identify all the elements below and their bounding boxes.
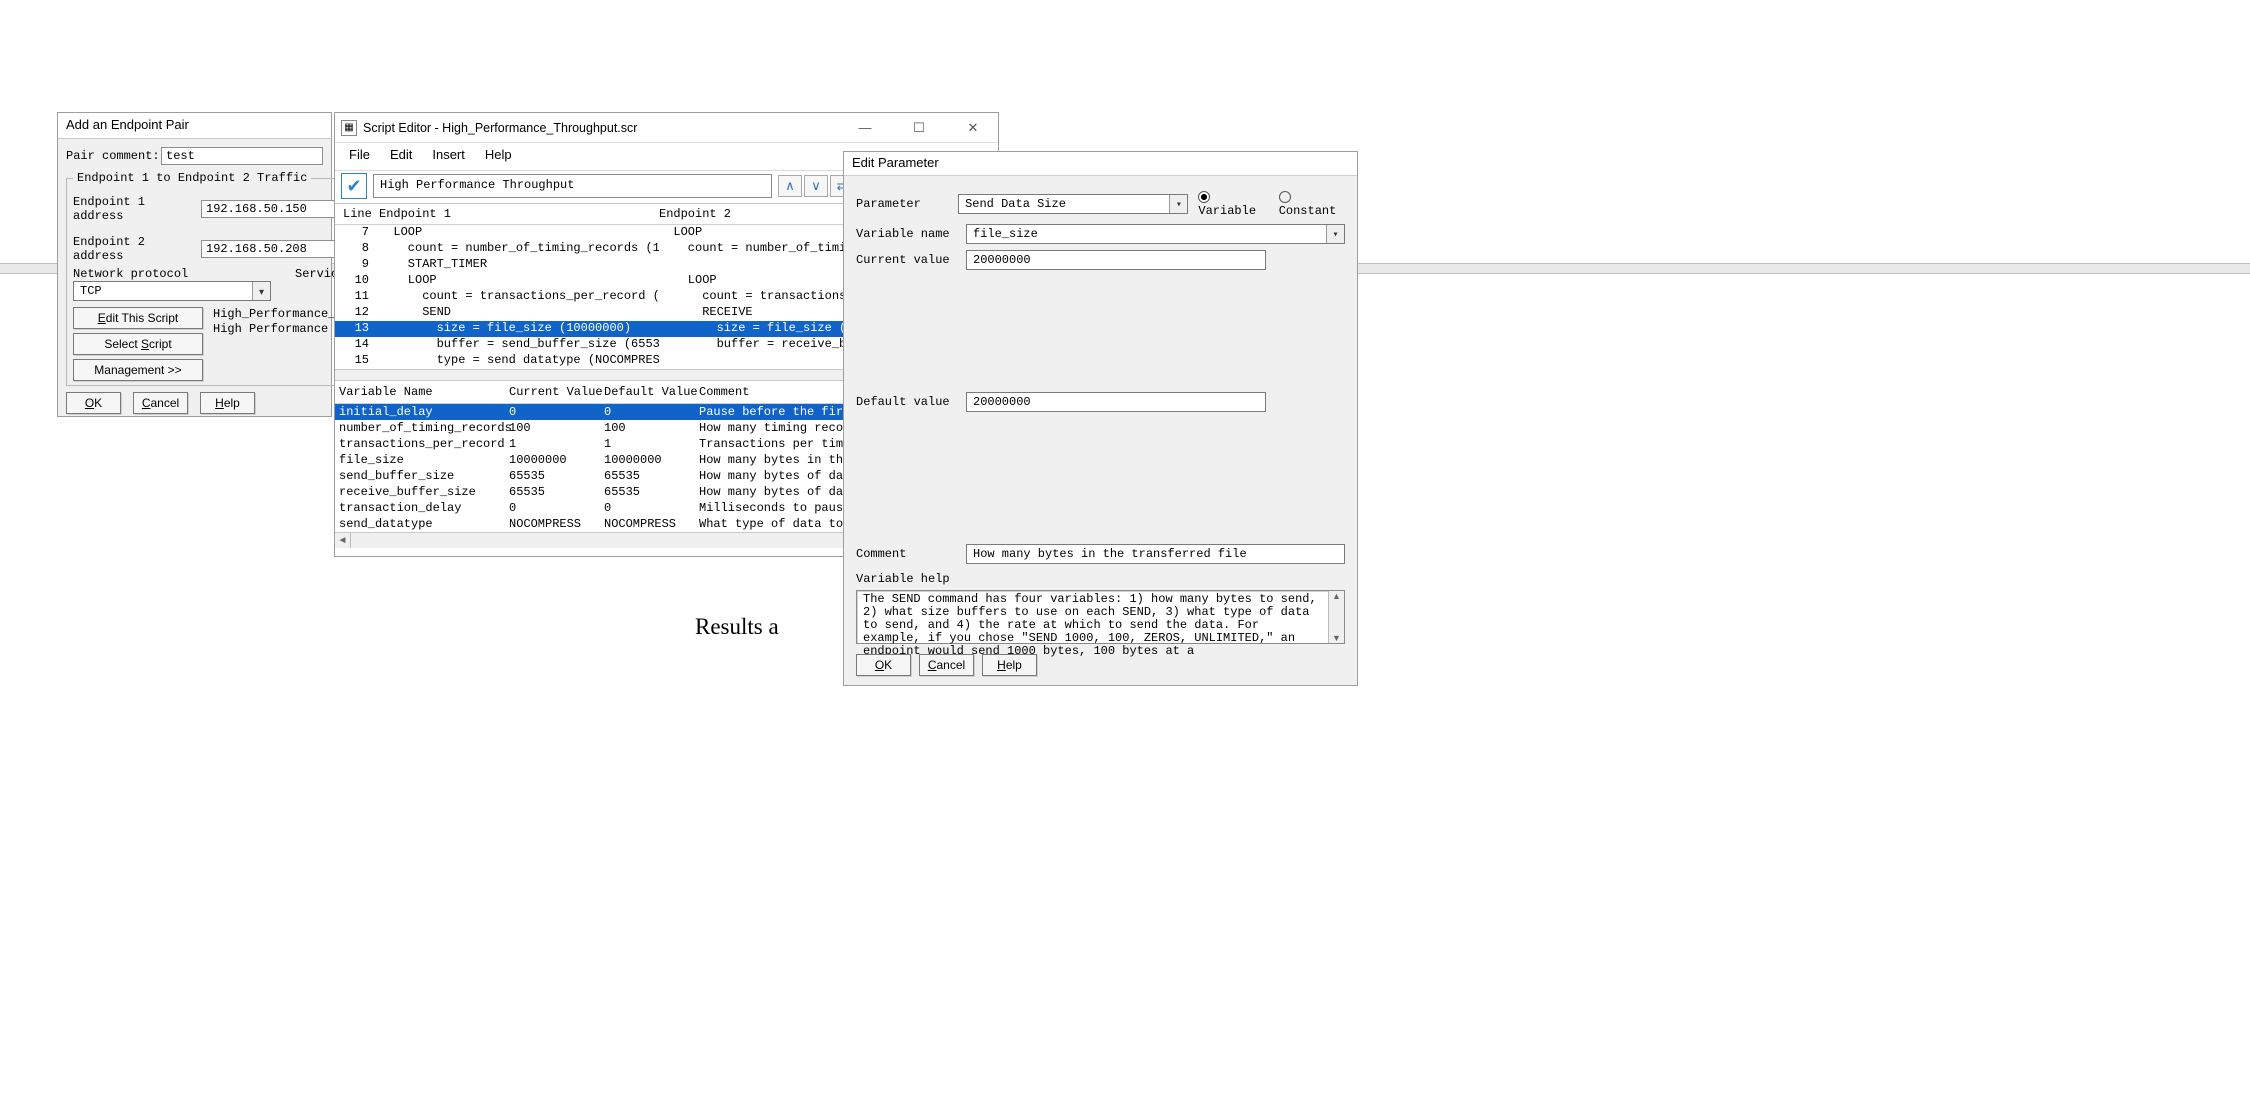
close-button[interactable]: ✕ xyxy=(954,120,992,136)
menu-help[interactable]: Help xyxy=(477,145,520,164)
comment-input[interactable] xyxy=(966,544,1345,564)
maximize-button[interactable]: ☐ xyxy=(900,120,938,136)
pair-comment-input[interactable] xyxy=(161,147,323,165)
edit-parameter-title: Edit Parameter xyxy=(844,152,1357,176)
network-protocol-select[interactable]: TCP xyxy=(73,281,271,301)
parameter-select[interactable]: Send Data Size xyxy=(958,194,1188,214)
default-value-input[interactable] xyxy=(966,392,1266,412)
current-value-label: Current value xyxy=(856,253,956,267)
traffic-fieldset: Endpoint 1 to Endpoint 2 Traffic Endpoin… xyxy=(66,171,371,386)
menu-edit[interactable]: Edit xyxy=(382,145,420,164)
chevron-down-icon xyxy=(252,282,270,300)
script-name-input[interactable]: High Performance Throughput xyxy=(373,174,772,198)
col-line: Line xyxy=(335,207,379,221)
parameter-label: Parameter xyxy=(856,197,948,211)
up-arrow-icon[interactable]: ∧ xyxy=(778,175,802,197)
management-button[interactable]: Management >> xyxy=(73,359,203,381)
radio-constant[interactable]: Constant xyxy=(1279,190,1345,218)
select-script-button[interactable]: Select Script xyxy=(73,333,203,355)
default-value-label: Default value xyxy=(856,395,956,409)
vertical-scrollbar[interactable]: ▲ ▼ xyxy=(1328,591,1344,643)
add-endpoint-pair-window: Add an Endpoint Pair Pair comment: Endpo… xyxy=(57,112,332,417)
traffic-legend: Endpoint 1 to Endpoint 2 Traffic xyxy=(73,171,311,185)
menu-insert[interactable]: Insert xyxy=(424,145,473,164)
edit-this-script-button[interactable]: Edit This Script xyxy=(73,307,203,329)
chevron-down-icon xyxy=(1169,195,1187,213)
scroll-left-icon[interactable]: ◄ xyxy=(335,533,351,548)
ok-button[interactable]: OK xyxy=(66,392,121,414)
down-arrow-icon[interactable]: ∨ xyxy=(804,175,828,197)
minimize-button[interactable]: — xyxy=(846,120,884,136)
variable-help-label: Variable help xyxy=(856,572,1345,586)
ok-button[interactable]: OK xyxy=(856,654,911,676)
variable-name-label: Variable name xyxy=(856,227,956,241)
variable-help-text: The SEND command has four variables: 1) … xyxy=(857,591,1328,643)
background-document-text: Results a xyxy=(695,614,779,640)
network-protocol-label: Network protocol xyxy=(73,267,271,281)
script-editor-title: Script Editor - High_Performance_Through… xyxy=(363,121,846,135)
check-icon[interactable]: ✔ xyxy=(341,173,367,199)
chevron-down-icon xyxy=(1326,225,1344,243)
addpair-title: Add an Endpoint Pair xyxy=(58,113,331,139)
pair-comment-label: Pair comment: xyxy=(66,149,161,163)
ep2-label: Endpoint 2 address xyxy=(73,235,201,263)
menu-file[interactable]: File xyxy=(341,145,378,164)
col-var-current: Current Value xyxy=(509,385,604,399)
radio-variable[interactable]: Variable xyxy=(1198,190,1264,218)
comment-label: Comment xyxy=(856,547,956,561)
network-protocol-value: TCP xyxy=(74,282,252,300)
help-button[interactable]: Help xyxy=(200,392,255,414)
col-endpoint1: Endpoint 1 xyxy=(379,207,659,221)
help-button[interactable]: Help xyxy=(982,654,1037,676)
current-value-input[interactable] xyxy=(966,250,1266,270)
col-var-name: Variable Name xyxy=(339,385,509,399)
parameter-value: Send Data Size xyxy=(959,195,1169,213)
cancel-button[interactable]: Cancel xyxy=(919,654,974,676)
variable-name-value: file_size xyxy=(967,225,1326,243)
edit-parameter-window: Edit Parameter Parameter Send Data Size … xyxy=(843,151,1358,686)
variable-help-box: The SEND command has four variables: 1) … xyxy=(856,590,1345,644)
scroll-up-icon[interactable]: ▲ xyxy=(1332,591,1341,601)
cancel-button[interactable]: Cancel xyxy=(133,392,188,414)
col-var-default: Default Value xyxy=(604,385,699,399)
variable-name-select[interactable]: file_size xyxy=(966,224,1345,244)
app-icon: ▦ xyxy=(341,120,357,136)
scroll-down-icon[interactable]: ▼ xyxy=(1332,633,1341,643)
ep1-label: Endpoint 1 address xyxy=(73,195,201,223)
